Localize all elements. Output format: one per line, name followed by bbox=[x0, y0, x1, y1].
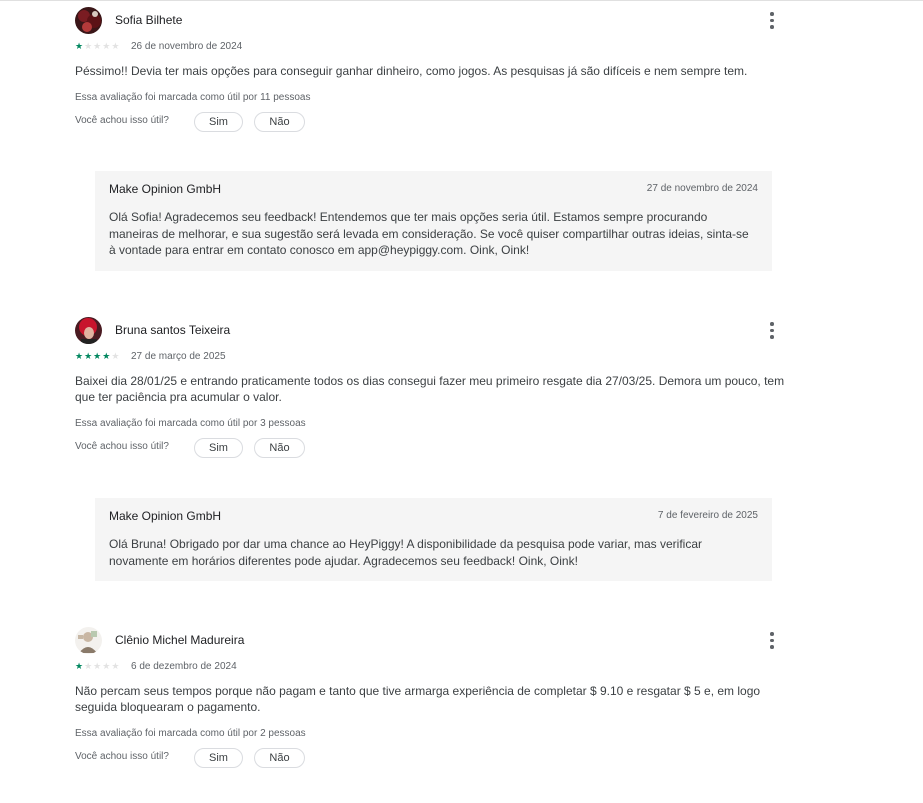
helpful-question: Você achou isso útil? bbox=[75, 751, 169, 762]
reply-text: Olá Sofia! Agradecemos seu feedback! Ent… bbox=[109, 210, 749, 257]
yes-button[interactable]: Sim bbox=[194, 438, 243, 458]
review-date: 6 de dezembro de 2024 bbox=[131, 661, 237, 672]
yes-button[interactable]: Sim bbox=[194, 112, 243, 132]
review-text: Baixei dia 28/01/25 e entrando praticame… bbox=[75, 374, 785, 404]
star-icon: ★ bbox=[84, 351, 93, 361]
star-icon: ★ bbox=[84, 41, 93, 51]
more-options-icon[interactable] bbox=[761, 7, 783, 34]
yes-button[interactable]: Sim bbox=[194, 748, 243, 768]
review-card: Sofia Bilhete ★ ★ ★ ★ ★ 26 de novembro d… bbox=[75, 7, 795, 132]
review-card: Bruna santos Teixeira ★ ★ ★ ★ ★ 27 de ma… bbox=[75, 317, 795, 458]
star-icon: ★ bbox=[75, 351, 84, 361]
star-rating: ★ ★ ★ ★ ★ bbox=[75, 662, 119, 671]
star-icon: ★ bbox=[93, 351, 102, 361]
no-button[interactable]: Não bbox=[254, 112, 305, 132]
star-icon: ★ bbox=[111, 351, 120, 361]
review-text: Péssimo!! Devia ter mais opções para con… bbox=[75, 64, 748, 78]
reply-date: 27 de novembro de 2024 bbox=[646, 183, 758, 194]
reply-date: 7 de fevereiro de 2025 bbox=[657, 510, 758, 521]
developer-name: Make Opinion GmbH bbox=[109, 509, 222, 523]
developer-reply: Make Opinion GmbH 27 de novembro de 2024… bbox=[95, 171, 772, 271]
review-author: Sofia Bilhete bbox=[115, 13, 183, 27]
top-divider bbox=[0, 0, 923, 1]
developer-name: Make Opinion GmbH bbox=[109, 182, 222, 196]
developer-reply: Make Opinion GmbH 7 de fevereiro de 2025… bbox=[95, 498, 772, 581]
no-button[interactable]: Não bbox=[254, 748, 305, 768]
review-card: Clênio Michel Madureira ★ ★ ★ ★ ★ 6 de d… bbox=[75, 627, 795, 768]
helpful-count: Essa avaliação foi marcada como útil por… bbox=[75, 92, 311, 103]
review-text: Não percam seus tempos porque não pagam … bbox=[75, 684, 761, 714]
star-icon: ★ bbox=[111, 41, 120, 51]
review-date: 26 de novembro de 2024 bbox=[131, 41, 243, 52]
avatar bbox=[75, 7, 102, 34]
star-icon: ★ bbox=[102, 41, 111, 51]
more-options-icon[interactable] bbox=[761, 627, 783, 654]
star-icon: ★ bbox=[93, 661, 102, 671]
star-icon: ★ bbox=[93, 41, 102, 51]
avatar bbox=[75, 627, 102, 654]
avatar bbox=[75, 317, 102, 344]
star-icon: ★ bbox=[75, 41, 84, 51]
reply-text: Olá Bruna! Obrigado por dar uma chance a… bbox=[109, 537, 703, 568]
star-icon: ★ bbox=[102, 661, 111, 671]
review-date: 27 de março de 2025 bbox=[131, 351, 226, 362]
helpful-count: Essa avaliação foi marcada como útil por… bbox=[75, 418, 306, 429]
star-icon: ★ bbox=[111, 661, 120, 671]
review-author: Clênio Michel Madureira bbox=[115, 633, 245, 647]
helpful-count: Essa avaliação foi marcada como útil por… bbox=[75, 728, 306, 739]
review-author: Bruna santos Teixeira bbox=[115, 323, 231, 337]
star-icon: ★ bbox=[75, 661, 84, 671]
star-rating: ★ ★ ★ ★ ★ bbox=[75, 352, 119, 361]
star-rating: ★ ★ ★ ★ ★ bbox=[75, 42, 119, 51]
helpful-question: Você achou isso útil? bbox=[75, 115, 169, 126]
helpful-question: Você achou isso útil? bbox=[75, 441, 169, 452]
star-icon: ★ bbox=[84, 661, 93, 671]
no-button[interactable]: Não bbox=[254, 438, 305, 458]
star-icon: ★ bbox=[102, 351, 111, 361]
more-options-icon[interactable] bbox=[761, 317, 783, 344]
